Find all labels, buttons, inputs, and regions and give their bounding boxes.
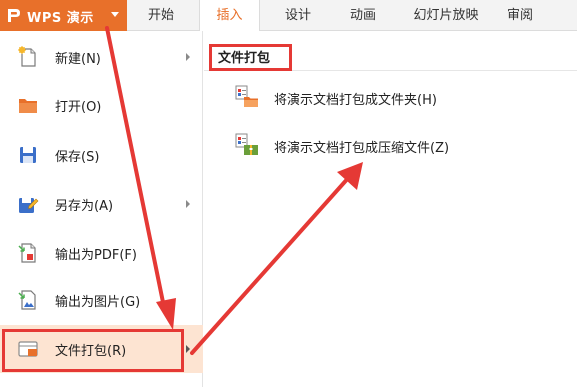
menu-item-save[interactable]: 保存(S) xyxy=(0,131,203,179)
folder-icon xyxy=(19,99,37,113)
menu-item-save-as[interactable]: 另存为(A) xyxy=(0,180,203,228)
app-title: WPS 演示 xyxy=(27,11,94,26)
menu-item-export-image[interactable]: 输出为图片(G) xyxy=(0,276,203,324)
panel-title-highlight-box xyxy=(209,44,292,71)
tab-review[interactable]: 审阅 xyxy=(500,0,540,31)
menu-item-label: 另存为(A) xyxy=(55,199,114,214)
wps-logo-icon xyxy=(8,9,20,22)
tab-home[interactable]: 开始 xyxy=(141,0,181,31)
file-package-panel: 文件打包 将演示文档打包成文件夹(H) 将演示文档打包成压缩文件(Z) xyxy=(204,31,577,387)
menu-item-label: 打开(O) xyxy=(55,100,102,115)
image-export-icon xyxy=(18,290,36,310)
menu-item-label: 输出为PDF(F) xyxy=(55,248,137,263)
tab-insert[interactable]: 插入 xyxy=(199,0,260,32)
tab-design[interactable]: 设计 xyxy=(278,0,318,31)
app-menu-button[interactable]: WPS 演示 xyxy=(0,0,127,31)
app-dropdown-icon xyxy=(111,12,119,17)
menu-item-label: 保存(S) xyxy=(55,150,100,165)
submenu-arrow-icon xyxy=(186,200,190,208)
submenu-arrow-icon xyxy=(186,345,190,353)
package-to-zip-option[interactable]: 将演示文档打包成压缩文件(Z) xyxy=(204,130,577,160)
menu-item-label: 输出为图片(G) xyxy=(55,295,141,310)
save-as-icon xyxy=(19,198,39,213)
tab-slideshow[interactable]: 幻灯片放映 xyxy=(407,0,485,31)
package-to-zip-label: 将演示文档打包成压缩文件(Z) xyxy=(274,141,450,156)
ribbon-bar: WPS 演示 开始 插入 设计 动画 幻灯片放映 审阅 xyxy=(0,0,577,32)
new-document-icon xyxy=(18,46,36,67)
menu-item-highlight-box xyxy=(2,329,184,372)
pdf-icon xyxy=(18,243,36,263)
floppy-disk-icon xyxy=(20,147,36,163)
submenu-arrow-icon xyxy=(186,53,190,61)
package-to-zip-icon xyxy=(235,133,258,155)
menu-item-export-pdf[interactable]: 输出为PDF(F) xyxy=(0,229,203,277)
menu-item-open[interactable]: 打开(O) xyxy=(0,81,203,129)
tab-animation[interactable]: 动画 xyxy=(343,0,383,31)
package-to-folder-option[interactable]: 将演示文档打包成文件夹(H) xyxy=(204,82,577,112)
package-to-folder-label: 将演示文档打包成文件夹(H) xyxy=(274,93,437,108)
package-to-folder-icon xyxy=(235,85,258,107)
menu-item-label: 新建(N) xyxy=(55,52,101,67)
menu-item-new[interactable]: 新建(N) xyxy=(0,33,203,81)
